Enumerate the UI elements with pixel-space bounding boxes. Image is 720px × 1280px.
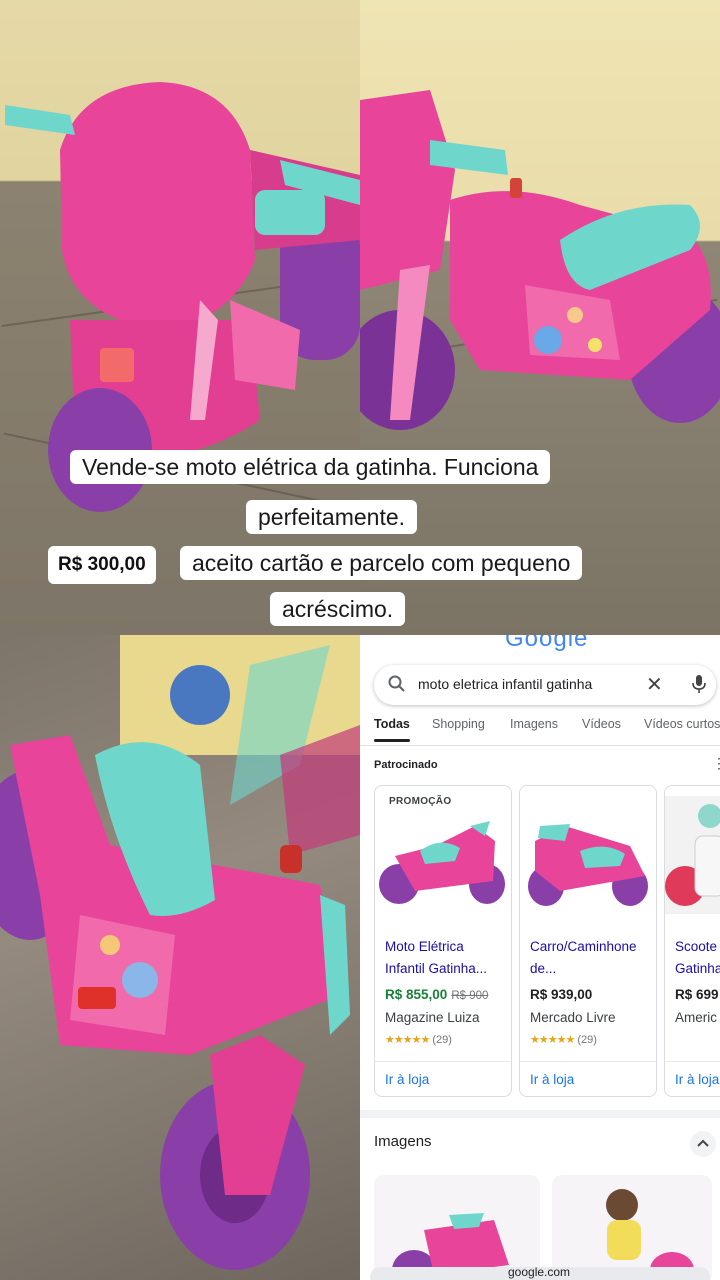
divider xyxy=(520,1061,656,1062)
tab-videos[interactable]: Vídeos xyxy=(582,717,621,731)
product-card[interactable]: PROMOÇÃO Moto Elétrica Infantil Gatinha.… xyxy=(374,785,512,1097)
toy-motorcycle-side xyxy=(360,90,720,430)
toy-motorcycle-front xyxy=(5,82,360,512)
toy-motorcycle-closeup xyxy=(0,635,360,1270)
photo-side-view xyxy=(360,0,720,635)
promo-badge: PROMOÇÃO xyxy=(389,796,452,807)
star-icons: ★★★★★ xyxy=(385,1034,430,1046)
search-input[interactable]: moto eletrica infantil gatinha xyxy=(418,676,592,692)
product-title[interactable]: Scoote Gatinha xyxy=(675,936,720,980)
search-bar[interactable]: moto eletrica infantil gatinha ✕ xyxy=(374,665,716,705)
tab-images[interactable]: Imagens xyxy=(510,717,558,731)
product-price: R$ 699 xyxy=(675,987,719,1002)
tab-all[interactable]: Todas xyxy=(374,717,410,731)
caption-line-2: perfeitamente. xyxy=(246,500,418,534)
google-search-screenshot: Google moto eletrica infantil gatinha ✕ … xyxy=(360,635,720,1280)
go-to-store-link[interactable]: Ir à loja xyxy=(385,1072,429,1087)
price-tag: R$ 300,00 xyxy=(48,546,156,584)
divider xyxy=(360,745,720,746)
sponsored-label: Patrocinado xyxy=(374,759,438,771)
url-bar[interactable]: google.com xyxy=(370,1265,710,1280)
divider xyxy=(375,1061,511,1062)
product-card[interactable]: Carro/Caminhone de... R$ 939,00 Mercado … xyxy=(519,785,657,1097)
store-name: Magazine Luiza xyxy=(385,1010,480,1025)
rating: ★★★★★ (29) xyxy=(385,1034,452,1046)
more-options-icon[interactable]: ⋮ xyxy=(712,755,720,772)
star-icons: ★★★★★ xyxy=(530,1034,575,1046)
product-title[interactable]: Carro/Caminhone de... xyxy=(530,936,654,980)
product-card[interactable]: Scoote Gatinha R$ 699 Americ Ir à loja xyxy=(664,785,720,1097)
search-icon xyxy=(388,675,406,698)
caption-line-4: acréscimo. xyxy=(270,592,406,626)
caption-line-3: aceito cartão e parcelo com pequeno xyxy=(180,546,583,580)
active-tab-indicator xyxy=(374,739,410,742)
product-price: R$ 939,00 xyxy=(530,987,593,1002)
google-logo: Google xyxy=(505,635,589,652)
caption-line-1: Vende-se moto elétrica da gatinha. Funci… xyxy=(70,450,551,484)
product-image xyxy=(379,821,505,904)
section-gap xyxy=(360,1110,720,1118)
mic-icon[interactable] xyxy=(692,674,706,699)
chevron-up-icon[interactable] xyxy=(690,1131,716,1157)
rating: ★★★★★ (29) xyxy=(530,1034,597,1046)
photo-closeup-view xyxy=(0,635,360,1280)
product-image xyxy=(665,796,720,914)
tab-short-videos[interactable]: Vídeos curtos xyxy=(644,717,720,731)
tab-shopping[interactable]: Shopping xyxy=(432,717,485,731)
old-price: R$ 900 xyxy=(451,990,489,1002)
product-price: R$ 855,00 R$ 900 xyxy=(385,987,489,1002)
product-image xyxy=(528,824,648,906)
go-to-store-link[interactable]: Ir à loja xyxy=(675,1072,719,1087)
product-title[interactable]: Moto Elétrica Infantil Gatinha... xyxy=(385,936,509,980)
images-section-title: Imagens xyxy=(374,1133,432,1150)
divider xyxy=(665,1061,720,1062)
go-to-store-link[interactable]: Ir à loja xyxy=(530,1072,574,1087)
store-name: Americ xyxy=(675,1010,718,1025)
image-result-thumbnail[interactable] xyxy=(552,1175,712,1280)
store-name: Mercado Livre xyxy=(530,1010,616,1025)
search-tabs: Todas Shopping Imagens Vídeos Vídeos cur… xyxy=(374,717,720,741)
clear-icon[interactable]: ✕ xyxy=(646,672,663,697)
photo-front-view xyxy=(0,0,360,635)
